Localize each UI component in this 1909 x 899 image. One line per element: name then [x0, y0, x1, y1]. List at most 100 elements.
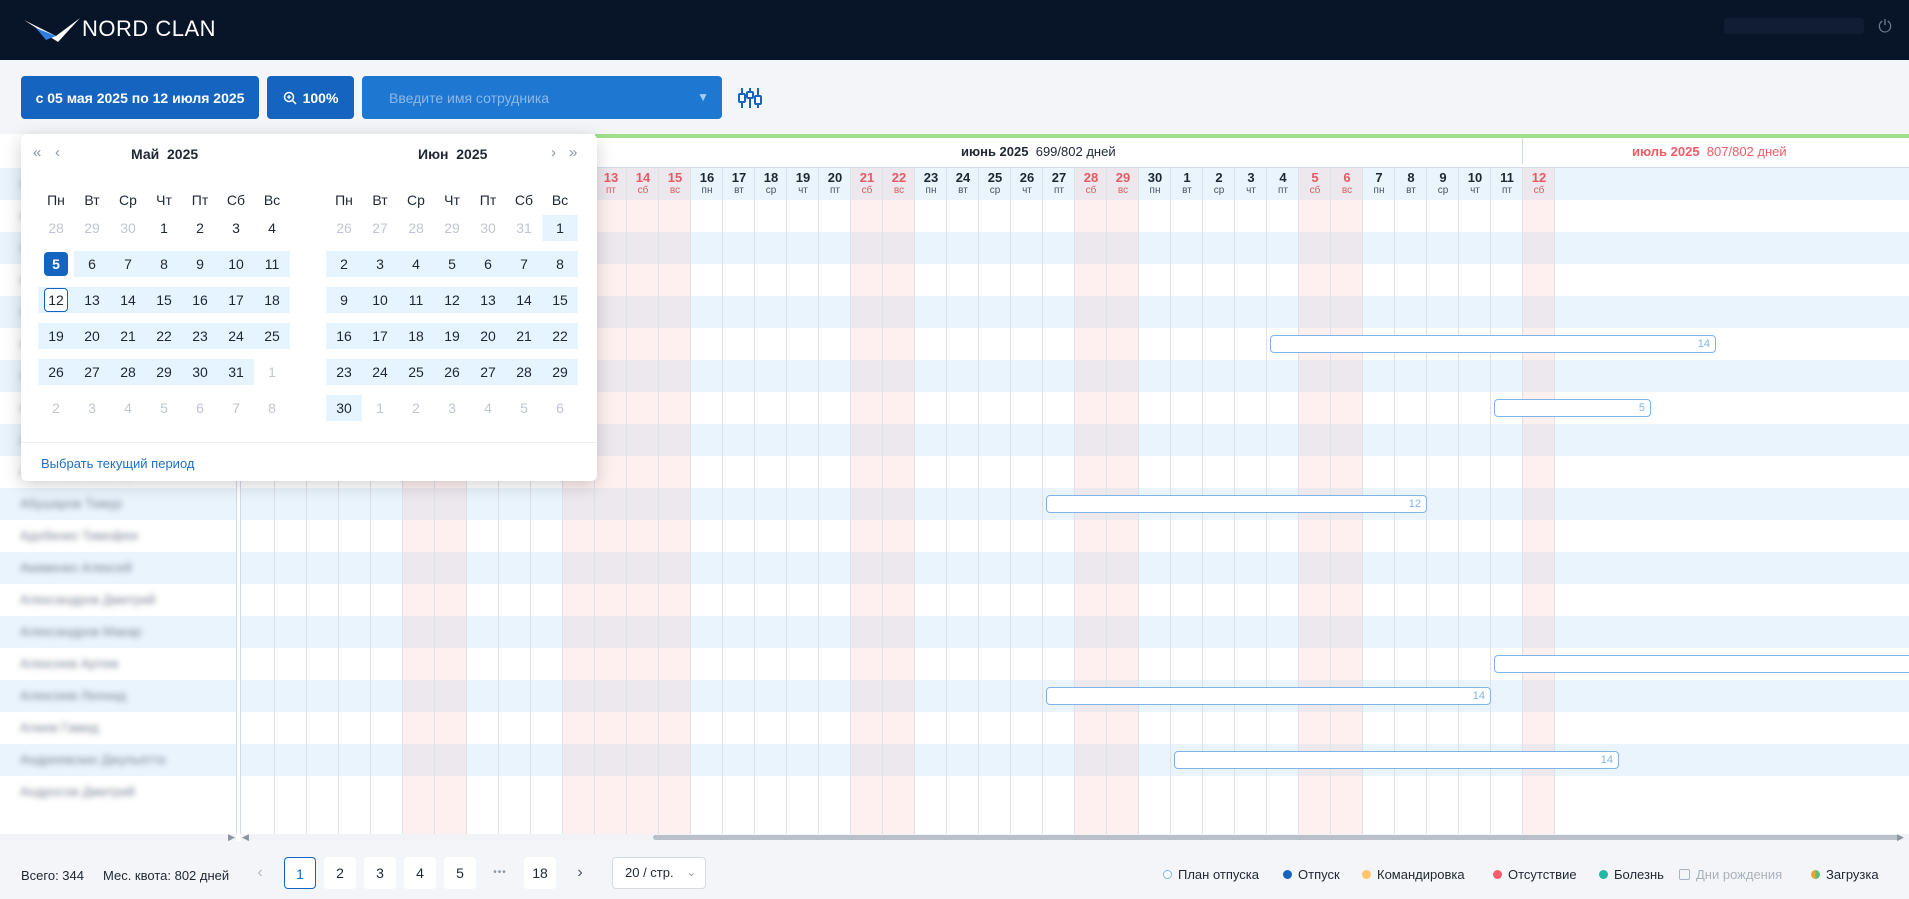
calendar-day[interactable]: 27: [362, 215, 398, 241]
calendar-day[interactable]: 19: [434, 323, 470, 349]
calendar-day[interactable]: 30: [326, 395, 362, 421]
vacation-plan-bar[interactable]: 5: [1494, 399, 1651, 417]
calendar-day[interactable]: 3: [74, 395, 110, 421]
calendar-day[interactable]: 21: [506, 323, 542, 349]
calendar-day[interactable]: 7: [110, 251, 146, 277]
calendar-day[interactable]: 26: [38, 359, 74, 385]
calendar-day[interactable]: 28: [398, 215, 434, 241]
page-size-select[interactable]: 20 / стр. ⌄: [612, 857, 706, 889]
next-year-icon[interactable]: »: [569, 144, 577, 161]
calendar-day[interactable]: 6: [470, 251, 506, 277]
calendar-day[interactable]: 8: [542, 251, 578, 277]
employee-row[interactable]: Адобенко Тимофеи: [0, 520, 236, 552]
calendar-day[interactable]: 23: [182, 323, 218, 349]
employee-row[interactable]: Абушаров Тимур: [0, 488, 236, 520]
calendar-day[interactable]: 4: [254, 215, 290, 241]
calendar-day[interactable]: 1: [362, 395, 398, 421]
calendar-day[interactable]: 10: [362, 287, 398, 313]
calendar-day[interactable]: 12: [38, 287, 74, 313]
calendar-day[interactable]: 2: [182, 215, 218, 241]
calendar-day[interactable]: 2: [326, 251, 362, 277]
calendar-day[interactable]: 17: [218, 287, 254, 313]
calendar-day[interactable]: 18: [254, 287, 290, 313]
scroll-right-arrow-icon[interactable]: ▶: [228, 832, 235, 841]
calendar-day[interactable]: 23: [326, 359, 362, 385]
page-3-button[interactable]: 3: [364, 857, 396, 889]
page-5-button[interactable]: 5: [444, 857, 476, 889]
calendar-day[interactable]: 29: [542, 359, 578, 385]
calendar-day[interactable]: 10: [218, 251, 254, 277]
names-scrollbar[interactable]: [0, 834, 236, 841]
calendar-day[interactable]: 1: [254, 359, 290, 385]
date-range-button[interactable]: с 05 мая 2025 по 12 июля 2025: [21, 76, 259, 119]
calendar-day[interactable]: 4: [110, 395, 146, 421]
calendar-day[interactable]: 14: [506, 287, 542, 313]
calendar-day[interactable]: 5: [506, 395, 542, 421]
page-4-button[interactable]: 4: [404, 857, 436, 889]
calendar-day[interactable]: 24: [362, 359, 398, 385]
calendar-day[interactable]: 28: [506, 359, 542, 385]
calendar-day[interactable]: 30: [110, 215, 146, 241]
vacation-plan-bar[interactable]: 14: [1270, 335, 1716, 353]
zoom-button[interactable]: 100%: [267, 76, 354, 119]
calendar-day[interactable]: 3: [218, 215, 254, 241]
calendar-day[interactable]: 4: [398, 251, 434, 277]
calendar-day[interactable]: 2: [38, 395, 74, 421]
next-page-button[interactable]: ›: [564, 857, 596, 889]
calendar-day[interactable]: 18: [398, 323, 434, 349]
calendar-day[interactable]: 13: [470, 287, 506, 313]
calendar-day[interactable]: 25: [254, 323, 290, 349]
calendar-day[interactable]: 8: [254, 395, 290, 421]
employee-row[interactable]: Алексеев Артем: [0, 648, 236, 680]
employee-row[interactable]: Андреевских Джульетта: [0, 744, 236, 776]
calendar-day[interactable]: 30: [182, 359, 218, 385]
vacation-plan-bar[interactable]: 14: [1174, 751, 1619, 769]
calendar-day[interactable]: 5: [38, 251, 74, 277]
calendar-day[interactable]: 3: [434, 395, 470, 421]
calendar-day[interactable]: 29: [434, 215, 470, 241]
filter-settings-icon[interactable]: [736, 84, 764, 112]
logout-icon[interactable]: ⏻: [1874, 16, 1896, 38]
calendar-day[interactable]: 20: [74, 323, 110, 349]
select-current-period-link[interactable]: Выбрать текущий период: [41, 456, 194, 471]
calendar-day[interactable]: 9: [182, 251, 218, 277]
calendar-day[interactable]: 13: [74, 287, 110, 313]
calendar-day[interactable]: 7: [218, 395, 254, 421]
scroll-left-arrow-icon[interactable]: ◀: [242, 832, 249, 841]
horizontal-scrollbar-thumb[interactable]: [653, 835, 1899, 840]
calendar-day[interactable]: 8: [146, 251, 182, 277]
calendar-day[interactable]: 5: [146, 395, 182, 421]
calendar-day[interactable]: 9: [326, 287, 362, 313]
calendar-day[interactable]: 6: [74, 251, 110, 277]
vacation-plan-bar[interactable]: 14: [1046, 687, 1491, 705]
calendar-day[interactable]: 7: [506, 251, 542, 277]
calendar-day[interactable]: 17: [362, 323, 398, 349]
page-2-button[interactable]: 2: [324, 857, 356, 889]
calendar-day[interactable]: 29: [146, 359, 182, 385]
employee-row[interactable]: Александров Дмитрий: [0, 584, 236, 616]
calendar-day[interactable]: 24: [218, 323, 254, 349]
calendar-day[interactable]: 27: [470, 359, 506, 385]
horizontal-scrollbar[interactable]: [241, 834, 1909, 841]
calendar-day[interactable]: 12: [434, 287, 470, 313]
calendar-day[interactable]: 21: [110, 323, 146, 349]
scroll-right-arrow-icon[interactable]: ▶: [1897, 832, 1904, 841]
calendar-day[interactable]: 5: [434, 251, 470, 277]
vacation-plan-bar[interactable]: [1494, 655, 1909, 673]
calendar-day[interactable]: 31: [506, 215, 542, 241]
calendar-day[interactable]: 1: [542, 215, 578, 241]
prev-page-button[interactable]: ‹: [244, 857, 276, 889]
calendar-day[interactable]: 22: [542, 323, 578, 349]
calendar-day[interactable]: 2: [398, 395, 434, 421]
employee-row[interactable]: Алиев Гамид: [0, 712, 236, 744]
calendar-day[interactable]: 28: [110, 359, 146, 385]
calendar-day[interactable]: 14: [110, 287, 146, 313]
calendar-day[interactable]: 26: [434, 359, 470, 385]
prev-year-icon[interactable]: «: [33, 144, 41, 161]
calendar-day[interactable]: 11: [254, 251, 290, 277]
calendar-day[interactable]: 3: [362, 251, 398, 277]
calendar-day[interactable]: 15: [146, 287, 182, 313]
employee-search-select[interactable]: Введите имя сотрудника ▼: [362, 76, 722, 119]
page-1-button[interactable]: 1: [284, 857, 316, 889]
calendar-day[interactable]: 22: [146, 323, 182, 349]
